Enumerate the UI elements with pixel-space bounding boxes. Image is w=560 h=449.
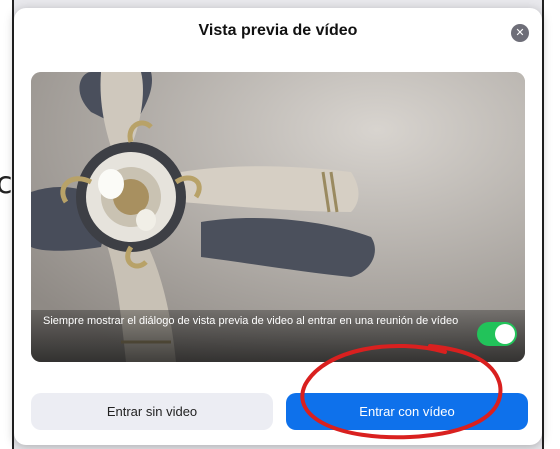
always-show-preview-label: Siempre mostrar el diálogo de vista prev…: [43, 315, 459, 327]
background-fragment: c: [0, 166, 13, 201]
close-icon[interactable]: ✕: [511, 24, 529, 42]
join-with-video-button[interactable]: Entrar con vídeo: [286, 393, 528, 430]
join-without-video-button[interactable]: Entrar sin video: [31, 393, 273, 430]
background-border: [542, 0, 544, 449]
video-preview-dialog: Vista previa de vídeo ✕ Siempre mostrar …: [14, 8, 542, 445]
toggle-knob: [495, 324, 515, 344]
always-show-preview-toggle[interactable]: [477, 322, 517, 346]
video-preview: Siempre mostrar el diálogo de vista prev…: [31, 72, 525, 362]
dialog-title: Vista previa de vídeo: [198, 22, 358, 39]
